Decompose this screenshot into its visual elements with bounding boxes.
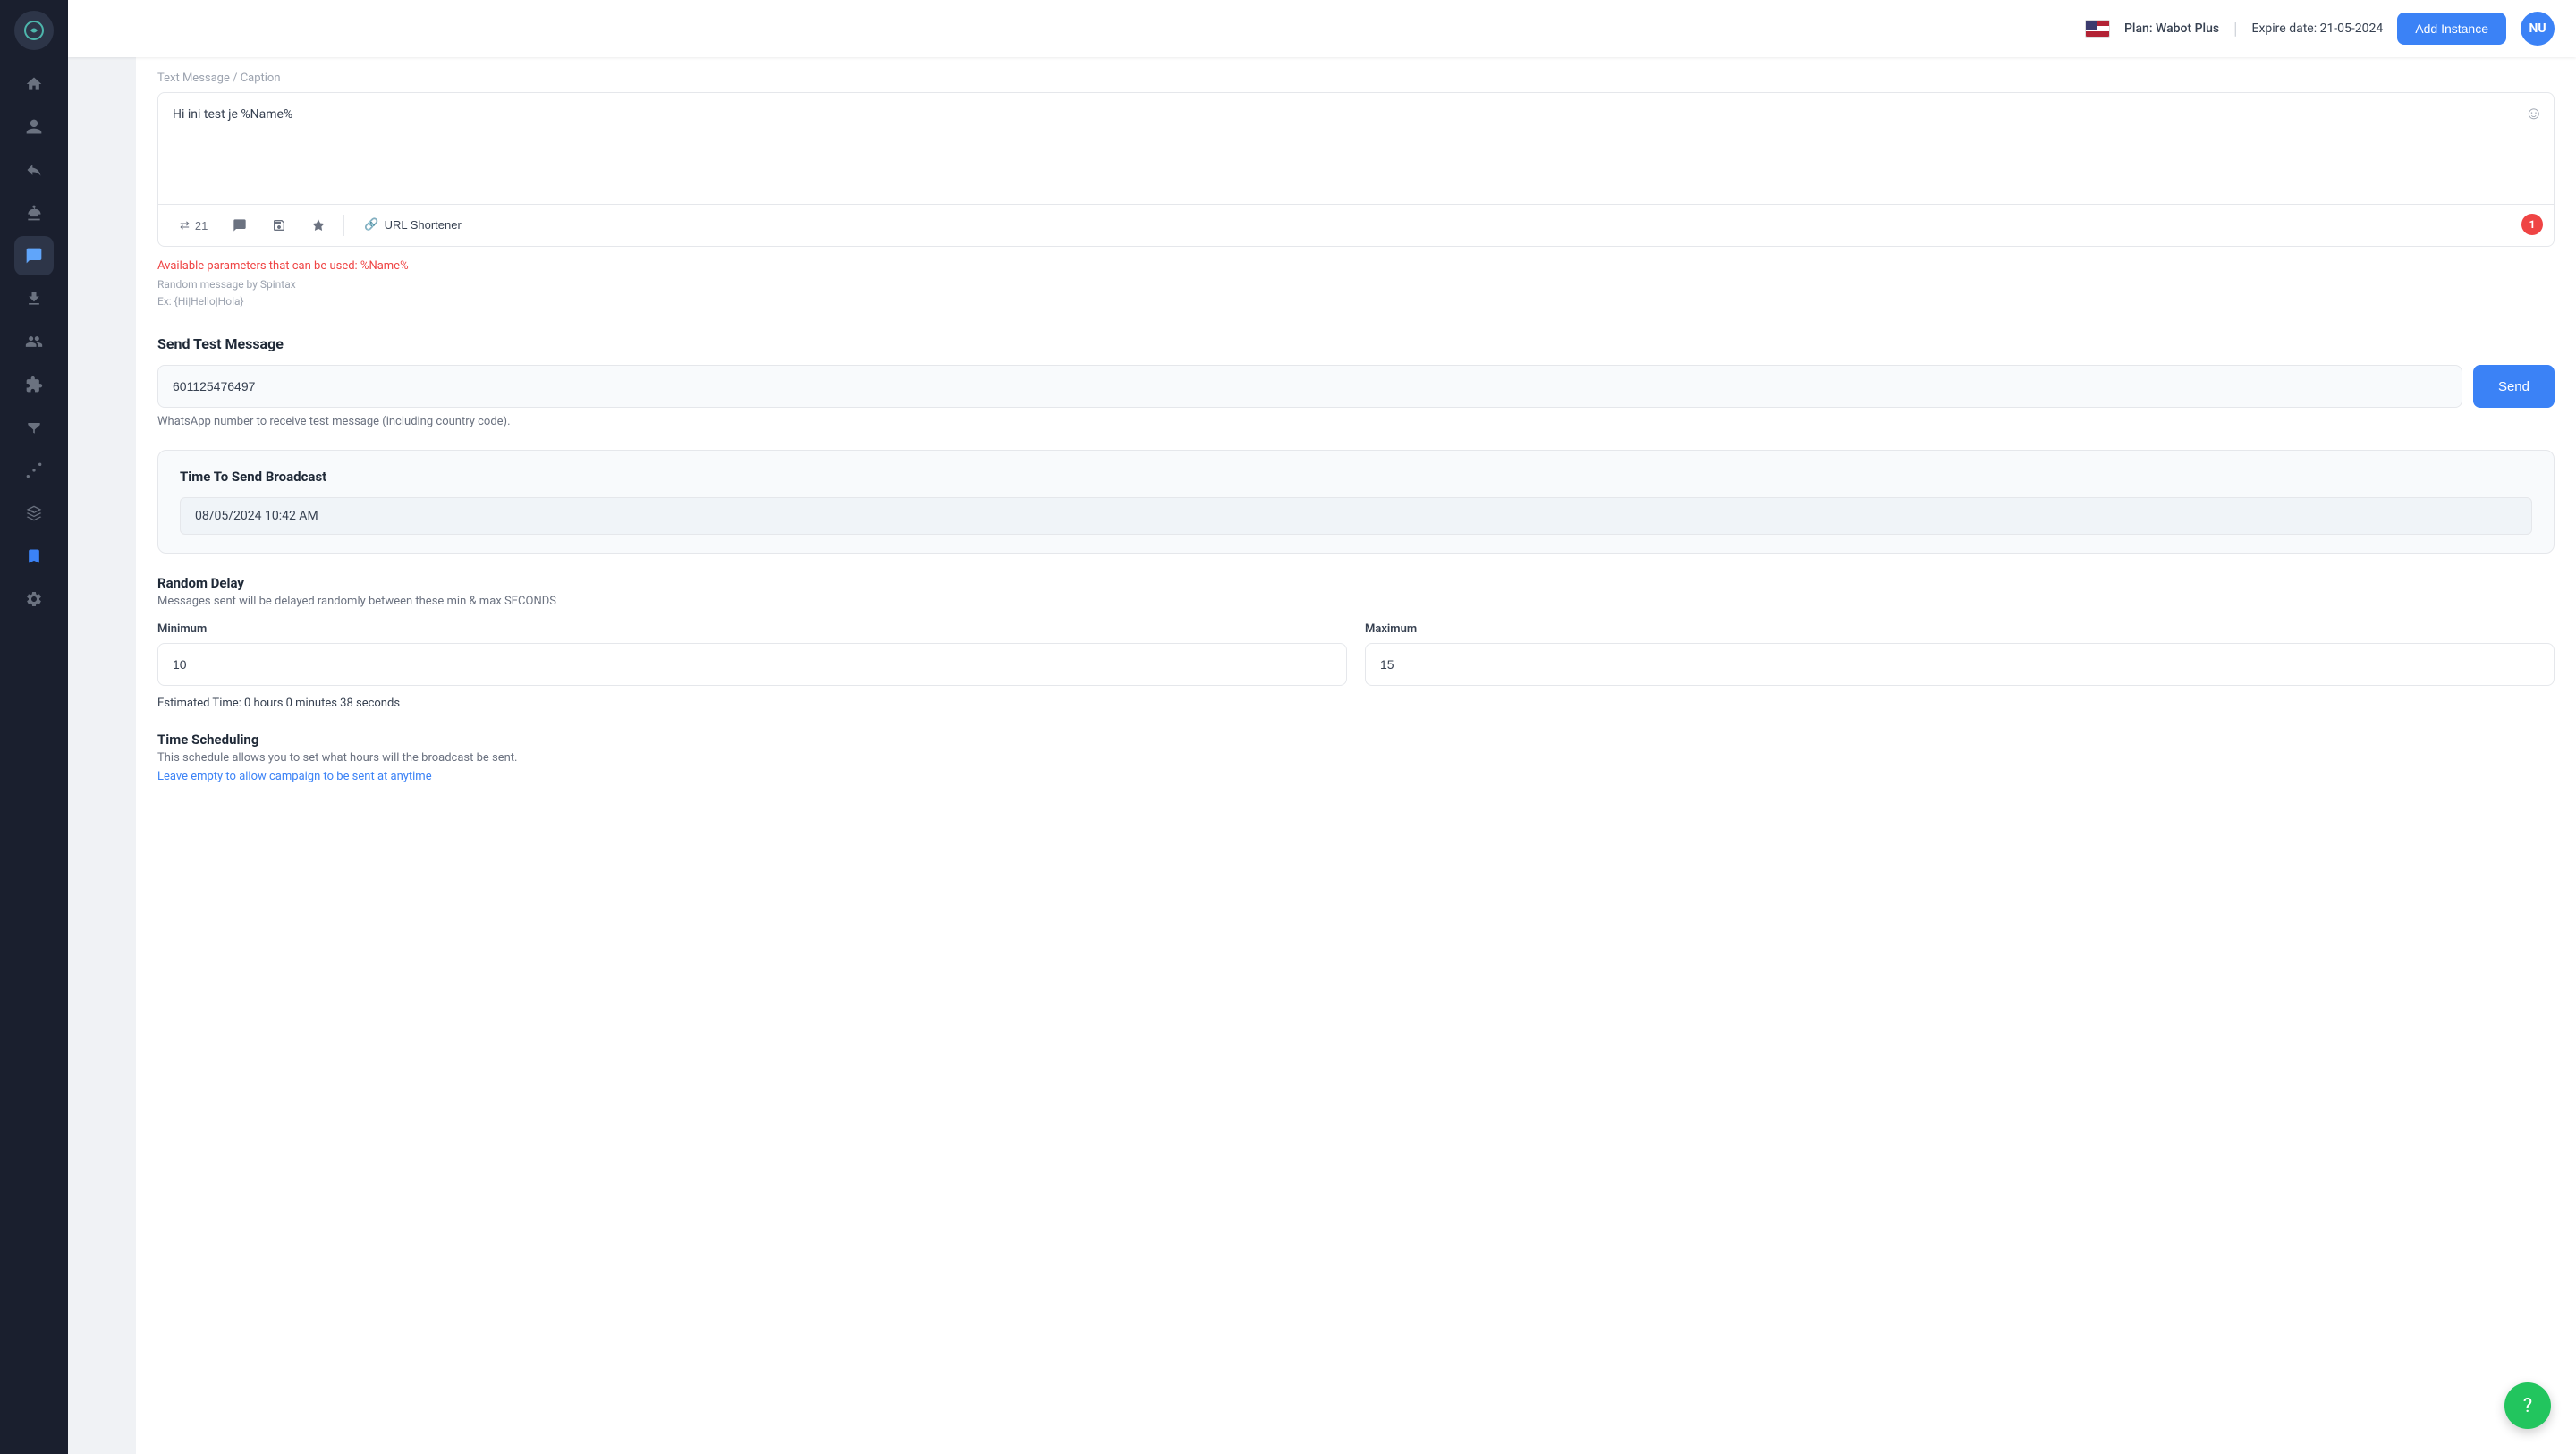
params-spintax-label: Random message by Spintax <box>157 276 2555 293</box>
add-instance-button[interactable]: Add Instance <box>2397 13 2506 45</box>
sidebar-item-export[interactable] <box>14 279 54 318</box>
time-to-send-title: Time To Send Broadcast <box>180 469 2532 485</box>
header-separator: | <box>2233 20 2237 38</box>
support-icon: ? <box>2523 1395 2532 1417</box>
plan-label: Plan: Wabot Plus <box>2124 21 2219 36</box>
random-delay-title: Random Delay <box>157 575 2555 591</box>
message-toolbar: ⇄ 21 <box>158 204 2554 246</box>
sidebar-item-bot[interactable] <box>14 193 54 232</box>
sidebar-item-settings[interactable] <box>14 579 54 619</box>
ai-button[interactable] <box>301 213 336 238</box>
delay-max-label: Maximum <box>1365 622 2555 636</box>
toolbar-divider <box>343 215 344 236</box>
whatsapp-hint: WhatsApp number to receive test message … <box>157 415 2555 428</box>
badge-count: 1 <box>2521 214 2543 235</box>
delay-min-label: Minimum <box>157 622 1347 636</box>
expire-label: Expire date: 21-05-2024 <box>2252 21 2384 36</box>
send-test-heading: Send Test Message <box>157 335 2555 352</box>
delay-max-input[interactable] <box>1365 643 2555 686</box>
time-scheduling-title: Time Scheduling <box>157 731 2555 748</box>
sidebar-item-home[interactable] <box>14 64 54 104</box>
test-phone-input[interactable] <box>157 365 2462 408</box>
save-icon <box>272 218 286 232</box>
sidebar-logo[interactable] <box>14 11 54 50</box>
sidebar-item-plugin[interactable] <box>14 365 54 404</box>
sidebar-item-layers[interactable] <box>14 494 54 533</box>
delay-min-field: Minimum <box>157 622 1347 686</box>
save-button[interactable] <box>261 213 297 238</box>
sidebar <box>0 0 68 1454</box>
delay-min-input[interactable] <box>157 643 1347 686</box>
char-count-icon: ⇄ <box>180 218 190 232</box>
char-count-button[interactable]: ⇄ 21 <box>169 213 218 238</box>
url-shortener-button[interactable]: 🔗 URL Shortener <box>352 212 473 239</box>
random-delay-desc: Messages sent will be delayed randomly b… <box>157 595 2555 608</box>
time-to-send-section: Time To Send Broadcast 08/05/2024 10:42 … <box>157 450 2555 554</box>
time-scheduling-link[interactable]: Leave empty to allow campaign to be sent… <box>157 770 2555 783</box>
test-message-row: Send <box>157 365 2555 408</box>
time-scheduling-desc: This schedule allows you to set what hou… <box>157 751 2555 765</box>
emoji-button[interactable]: ☺ <box>2525 104 2543 124</box>
delay-max-field: Maximum <box>1365 622 2555 686</box>
send-test-button[interactable]: Send <box>2473 365 2555 408</box>
params-available: Available parameters that can be used: %… <box>157 259 2555 273</box>
comment-icon <box>233 218 247 232</box>
params-spintax-example: Ex: {Hi|Hello|Hola} <box>157 293 2555 310</box>
support-fab[interactable]: ? <box>2504 1382 2551 1429</box>
char-count-value: 21 <box>195 219 208 232</box>
estimated-time: Estimated Time: 0 hours 0 minutes 38 sec… <box>157 697 2555 710</box>
sidebar-item-team[interactable] <box>14 322 54 361</box>
section-label: Text Message / Caption <box>157 57 2555 92</box>
url-shortener-label: URL Shortener <box>385 218 462 232</box>
sidebar-item-network[interactable] <box>14 451 54 490</box>
sidebar-item-reply[interactable] <box>14 150 54 190</box>
message-box: Hi ini test je %Name% ☺ 1 ⇄ 21 <box>157 92 2555 247</box>
user-avatar[interactable]: NU <box>2521 12 2555 46</box>
delay-row: Minimum Maximum <box>157 622 2555 686</box>
link-icon: 🔗 <box>364 217 378 232</box>
flag-icon <box>2085 20 2110 38</box>
sidebar-item-bookmark[interactable] <box>14 537 54 576</box>
message-textarea[interactable]: Hi ini test je %Name% <box>158 93 2554 200</box>
sidebar-item-broadcast[interactable] <box>14 236 54 275</box>
params-section: Available parameters that can be used: %… <box>157 247 2555 317</box>
ai-icon <box>311 218 326 232</box>
header: Plan: Wabot Plus | Expire date: 21-05-20… <box>68 0 2576 57</box>
sidebar-item-contacts[interactable] <box>14 107 54 147</box>
time-to-send-value: 08/05/2024 10:42 AM <box>180 497 2532 535</box>
main-content: Text Message / Caption Hi ini test je %N… <box>136 57 2576 1454</box>
sidebar-item-funnel[interactable] <box>14 408 54 447</box>
comment-button[interactable] <box>222 213 258 238</box>
